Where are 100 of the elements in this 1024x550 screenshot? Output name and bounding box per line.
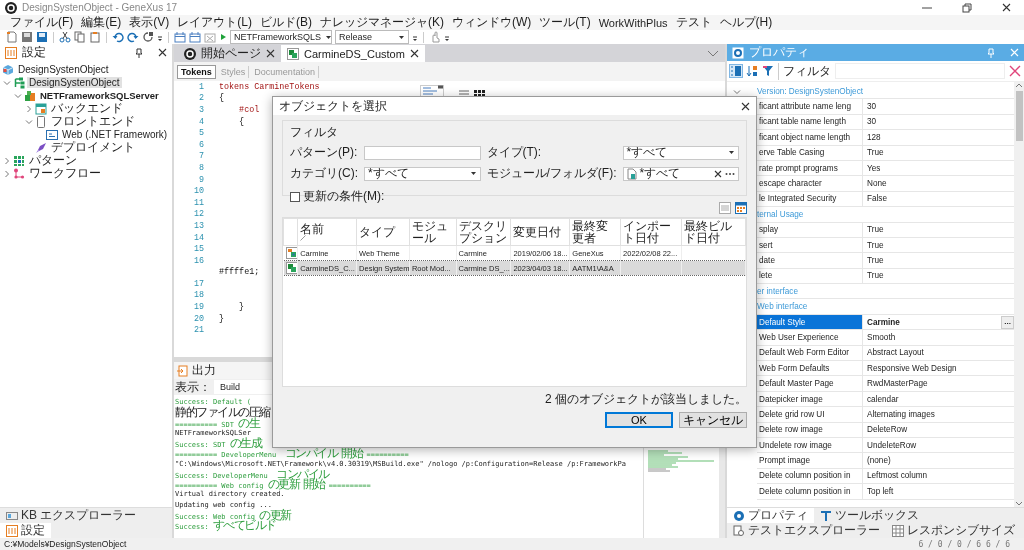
menu-item[interactable]: WorkWithPlus xyxy=(594,16,672,29)
property-value[interactable]: 128 xyxy=(867,132,881,142)
property-value[interactable]: 30 xyxy=(867,117,877,127)
column-header[interactable]: 名前 xyxy=(297,218,357,246)
property-value[interactable]: Yes xyxy=(867,163,881,173)
property-name[interactable]: Delete column position in xyxy=(757,484,863,500)
status-path: C:¥Models¥DesignSystenObject xyxy=(4,539,127,549)
panel-tab[interactable]: 設定 xyxy=(0,523,51,538)
property-value[interactable]: True xyxy=(867,225,884,235)
column-header[interactable]: インポート日付 xyxy=(620,218,682,246)
configuration-dropdown[interactable]: Release xyxy=(335,30,409,44)
column-header[interactable]: デスクリプション xyxy=(456,218,511,246)
property-value[interactable]: Top left xyxy=(867,486,894,496)
panel-tab[interactable]: ツールボックス xyxy=(814,508,925,523)
panel-title: 出力 xyxy=(192,362,216,379)
property-name[interactable]: Undelete row image xyxy=(757,438,863,454)
line-number: 9 xyxy=(197,174,205,185)
status-counts: 6 / 0 / 0 / 6 6 / 6 xyxy=(918,539,1010,549)
group-label: フィルタ xyxy=(290,124,339,141)
menu-item[interactable]: レイアウト(L) xyxy=(173,14,256,31)
line-number: 18 xyxy=(192,290,205,301)
line-number: 5 xyxy=(197,128,205,139)
column-header[interactable]: 最終ビルド日付 xyxy=(681,218,746,246)
code-line: } xyxy=(219,313,225,324)
property-value[interactable]: True xyxy=(867,148,884,158)
menu-item[interactable]: 表示(V) xyxy=(125,14,174,31)
menu-item[interactable]: ビルド(B) xyxy=(256,14,316,31)
line-number: 4 xyxy=(197,116,205,127)
menu-item[interactable]: ウィンドウ(W) xyxy=(448,14,536,31)
column-header[interactable]: タイプ xyxy=(356,218,410,246)
property-value[interactable]: True xyxy=(867,271,884,281)
property-value[interactable]: True xyxy=(867,256,884,265)
panel-title: 設定 xyxy=(22,44,46,61)
property-value[interactable]: DeleteRow xyxy=(867,425,908,435)
property-value[interactable]: Carmine xyxy=(867,317,900,327)
property-value[interactable]: None xyxy=(867,179,887,189)
code-line: #col xyxy=(238,105,260,115)
window-title: DesignSystenObject - GeneXus 17 xyxy=(22,2,178,13)
column-header[interactable]: モジュール xyxy=(409,218,457,246)
field-label: モジュール/フォルダ(F): xyxy=(486,165,617,182)
line-number: 10 xyxy=(192,186,205,197)
panel-tab[interactable]: テストエクスプローラー xyxy=(727,523,886,538)
platform-dropdown[interactable]: NETFrameworkSQLS xyxy=(230,30,332,44)
line-number: 2 xyxy=(197,93,205,104)
property-value[interactable]: UndeleteRow xyxy=(867,440,917,450)
line-number: 3 xyxy=(197,105,205,115)
tree-item[interactable]: NETFrameworkSQLServer xyxy=(38,90,161,101)
ok-button[interactable]: OK xyxy=(605,412,673,428)
property-value[interactable]: 30 xyxy=(867,102,877,112)
line-number: 6 xyxy=(197,139,205,150)
tree-item[interactable]: Web (.NET Framework) xyxy=(60,129,170,140)
module-field[interactable]: *すべて xyxy=(622,166,739,181)
document-tab[interactable]: 開始ページ xyxy=(178,45,281,62)
property-value[interactable]: Alternating images xyxy=(867,409,935,419)
category-dropdown[interactable]: *すべて xyxy=(364,166,481,181)
line-number: 19 xyxy=(192,302,205,313)
menu-item[interactable]: ファイル(F) xyxy=(6,14,78,31)
line-number: 21 xyxy=(192,325,205,336)
property-value[interactable]: calendar xyxy=(867,394,899,404)
result-count: 2 個のオブジェクトが該当しました。 xyxy=(544,391,747,408)
property-value[interactable]: Smooth xyxy=(867,332,896,342)
type-dropdown[interactable]: *すべて xyxy=(622,145,739,160)
code-line: { xyxy=(238,116,245,127)
panel-tab[interactable]: KB エクスプローラー xyxy=(0,508,143,523)
line-number: 13 xyxy=(192,220,205,231)
tree-item[interactable]: DesignSystenObject xyxy=(16,64,111,75)
field-label: タイプ(T): xyxy=(486,144,543,161)
property-name[interactable]: Delete column position in xyxy=(757,468,863,485)
panel-title: プロパティ xyxy=(749,44,809,61)
column-header[interactable]: 変更日付 xyxy=(510,218,570,246)
property-value[interactable]: False xyxy=(867,194,888,204)
property-value[interactable]: Leftmost column xyxy=(867,471,928,481)
panel-tab[interactable]: プロパティ xyxy=(727,508,814,523)
column-header[interactable]: 最終変更者 xyxy=(569,218,621,246)
tree-item[interactable]: DesignSystenObject xyxy=(27,77,122,88)
property-value[interactable]: True xyxy=(867,240,884,250)
view-tab[interactable]: Tokens xyxy=(177,64,216,79)
property-value[interactable]: (none) xyxy=(867,456,891,466)
menu-item[interactable]: 編集(E) xyxy=(77,14,126,31)
field-label: パターン(P): xyxy=(290,144,358,161)
property-name[interactable]: Prompt image xyxy=(757,453,863,469)
field-label: 表示： xyxy=(174,378,211,396)
menu-item[interactable]: テスト xyxy=(671,14,716,31)
menu-item[interactable]: ナレッジマネージャ(K) xyxy=(316,14,448,31)
log-line: 静的ファイルの圧縮 xyxy=(175,407,270,418)
menu-item[interactable]: ヘルプ(H) xyxy=(715,14,777,31)
field-label: カテゴリ(C): xyxy=(290,165,358,182)
menu-item[interactable]: ツール(T) xyxy=(535,14,595,31)
code-line: { xyxy=(219,93,225,104)
document-tab[interactable]: CarmineDS_Custom xyxy=(281,45,425,62)
panel-tab[interactable]: レスポンシブサイズ xyxy=(886,523,1021,538)
ellipsis-button[interactable]: ... xyxy=(1001,315,1014,329)
line-number: 14 xyxy=(192,232,205,243)
code-line: #ffffe1; xyxy=(219,267,260,278)
checkbox-label: 更新の条件(M): xyxy=(303,188,385,205)
cancel-button[interactable]: キャンセル xyxy=(679,412,747,428)
line-number: 16 xyxy=(192,255,205,266)
property-value[interactable]: Abstract Layout xyxy=(867,348,924,358)
property-value[interactable]: Responsive Web Design xyxy=(867,363,957,373)
property-value[interactable]: RwdMasterPage xyxy=(867,379,928,389)
